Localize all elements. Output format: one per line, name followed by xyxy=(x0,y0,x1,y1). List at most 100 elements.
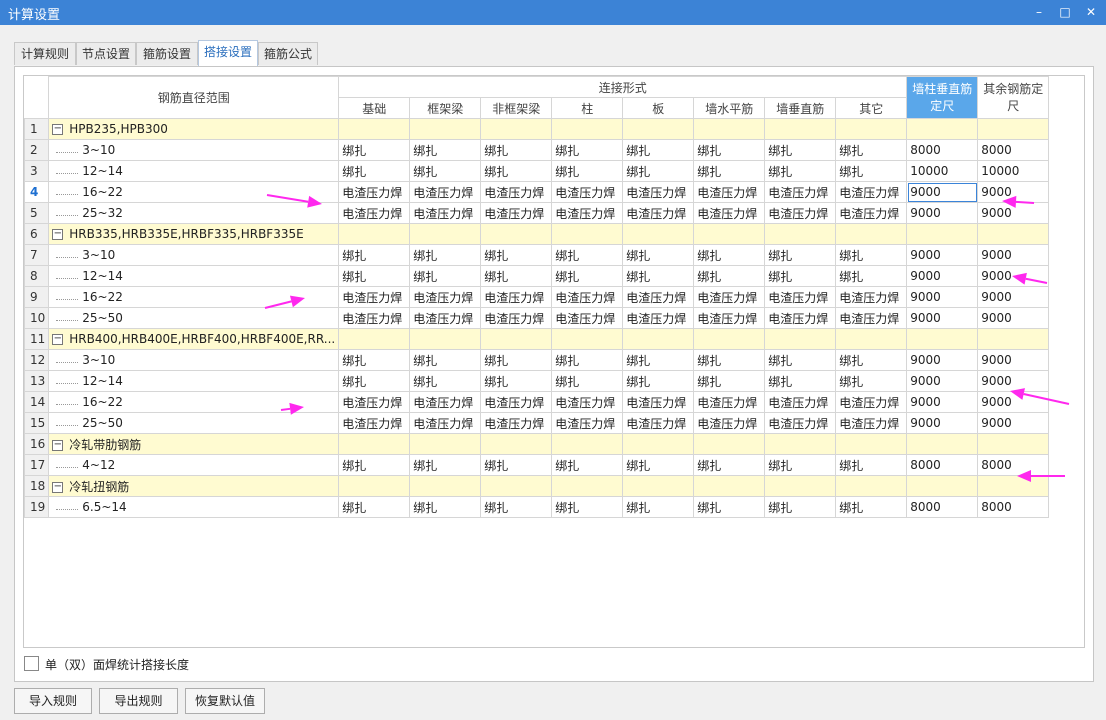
diameter-range-cell[interactable]: 16~22 xyxy=(48,181,340,203)
col-header-wall-col-length[interactable]: 墙柱垂直筋定尺 xyxy=(906,76,979,119)
connection-type-cell[interactable]: 电渣压力焊 xyxy=(551,307,624,329)
connection-type-cell[interactable]: 电渣压力焊 xyxy=(622,286,695,308)
wall-col-length-cell[interactable]: 9000 xyxy=(906,370,979,392)
connection-type-cell[interactable]: 电渣压力焊 xyxy=(835,202,908,224)
connection-type-cell[interactable]: 电渣压力焊 xyxy=(764,307,837,329)
group-label-cell[interactable]: − 冷轧带肋钢筋 xyxy=(48,433,340,455)
connection-type-cell[interactable]: 绑扎 xyxy=(480,244,553,266)
connection-type-cell[interactable]: 绑扎 xyxy=(409,370,482,392)
connection-type-cell[interactable]: 电渣压力焊 xyxy=(622,202,695,224)
group-row[interactable]: 11− HRB400,HRB400E,HRBF400,HRBF400E,RR... xyxy=(24,328,1050,350)
connection-type-cell[interactable] xyxy=(764,118,837,140)
col-header-type-5[interactable]: 墙水平筋 xyxy=(693,97,766,119)
connection-type-cell[interactable] xyxy=(480,118,553,140)
connection-type-cell[interactable]: 电渣压力焊 xyxy=(480,412,553,434)
connection-type-cell[interactable]: 绑扎 xyxy=(338,496,411,518)
connection-type-cell[interactable]: 绑扎 xyxy=(480,496,553,518)
minimize-icon[interactable]: – xyxy=(1028,2,1050,22)
connection-type-cell[interactable] xyxy=(338,223,411,245)
connection-type-cell[interactable] xyxy=(338,328,411,350)
connection-type-cell[interactable]: 绑扎 xyxy=(835,370,908,392)
connection-type-cell[interactable]: 绑扎 xyxy=(693,454,766,476)
row-number[interactable]: 1 xyxy=(24,118,50,140)
wall-col-length-cell[interactable]: 9000 xyxy=(906,244,979,266)
col-header-other-length[interactable]: 其余钢筋定尺 xyxy=(977,76,1050,119)
connection-type-cell[interactable]: 绑扎 xyxy=(480,454,553,476)
collapse-icon[interactable]: − xyxy=(52,334,64,345)
connection-type-cell[interactable]: 绑扎 xyxy=(693,244,766,266)
other-length-cell[interactable] xyxy=(977,118,1050,140)
table-row[interactable]: 15 25~50 电渣压力焊 电渣压力焊 电渣压力焊 电渣压力焊 电渣压力焊 电渣压力焊 电渣压… xyxy=(24,412,1050,434)
connection-type-cell[interactable]: 绑扎 xyxy=(480,265,553,287)
connection-type-cell[interactable] xyxy=(622,118,695,140)
connection-type-cell[interactable]: 绑扎 xyxy=(764,454,837,476)
connection-type-cell[interactable]: 绑扎 xyxy=(551,244,624,266)
connection-type-cell[interactable]: 绑扎 xyxy=(338,244,411,266)
connection-type-cell[interactable]: 绑扎 xyxy=(764,244,837,266)
other-length-cell[interactable]: 9000 xyxy=(977,391,1050,413)
table-row[interactable]: 4 16~22 电渣压力焊 电渣压力焊 电渣压力焊 电渣压力焊 电渣压力焊 电渣压力焊 电渣压力… xyxy=(24,181,1050,203)
wall-col-length-cell[interactable] xyxy=(906,328,979,350)
connection-type-cell[interactable]: 绑扎 xyxy=(551,265,624,287)
connection-type-cell[interactable]: 电渣压力焊 xyxy=(480,181,553,203)
connection-type-cell[interactable]: 绑扎 xyxy=(622,349,695,371)
other-length-cell[interactable]: 9000 xyxy=(977,349,1050,371)
connection-type-cell[interactable]: 电渣压力焊 xyxy=(551,286,624,308)
connection-type-cell[interactable]: 绑扎 xyxy=(693,370,766,392)
tab-node-settings[interactable]: 节点设置 xyxy=(76,42,136,65)
export-rules-button[interactable]: 导出规则 xyxy=(99,688,178,714)
row-number[interactable]: 13 xyxy=(24,370,50,392)
maximize-icon[interactable]: □ xyxy=(1054,2,1076,22)
diameter-range-cell[interactable]: 3~10 xyxy=(48,139,340,161)
connection-type-cell[interactable]: 电渣压力焊 xyxy=(551,202,624,224)
other-length-cell[interactable]: 8000 xyxy=(977,139,1050,161)
connection-type-cell[interactable]: 电渣压力焊 xyxy=(622,412,695,434)
wall-col-length-cell[interactable]: 9000 xyxy=(906,265,979,287)
connection-type-cell[interactable]: 电渣压力焊 xyxy=(480,202,553,224)
connection-type-cell[interactable] xyxy=(338,433,411,455)
table-row[interactable]: 19 6.5~14 绑扎 绑扎 绑扎 绑扎 绑扎 绑扎 绑扎 绑扎 8000 8000 xyxy=(24,496,1050,518)
connection-type-cell[interactable]: 电渣压力焊 xyxy=(693,202,766,224)
col-header-type-4[interactable]: 板 xyxy=(622,97,695,119)
row-number[interactable]: 9 xyxy=(24,286,50,308)
connection-type-cell[interactable]: 绑扎 xyxy=(622,160,695,182)
connection-type-cell[interactable] xyxy=(693,328,766,350)
connection-type-cell[interactable]: 电渣压力焊 xyxy=(835,307,908,329)
connection-type-cell[interactable] xyxy=(693,223,766,245)
connection-type-cell[interactable]: 电渣压力焊 xyxy=(693,181,766,203)
other-length-cell[interactable] xyxy=(977,433,1050,455)
connection-type-cell[interactable]: 电渣压力焊 xyxy=(693,391,766,413)
connection-type-cell[interactable]: 电渣压力焊 xyxy=(480,391,553,413)
connection-type-cell[interactable]: 电渣压力焊 xyxy=(409,286,482,308)
row-number[interactable]: 4 xyxy=(24,181,50,203)
connection-type-cell[interactable]: 电渣压力焊 xyxy=(409,412,482,434)
other-length-cell[interactable]: 9000 xyxy=(977,181,1050,203)
connection-type-cell[interactable]: 绑扎 xyxy=(764,160,837,182)
connection-type-cell[interactable]: 绑扎 xyxy=(409,160,482,182)
group-label-cell[interactable]: − HPB235,HPB300 xyxy=(48,118,340,140)
connection-type-cell[interactable]: 绑扎 xyxy=(409,244,482,266)
diameter-range-cell[interactable]: 3~10 xyxy=(48,349,340,371)
connection-type-cell[interactable] xyxy=(835,223,908,245)
connection-type-cell[interactable]: 电渣压力焊 xyxy=(693,307,766,329)
connection-type-cell[interactable] xyxy=(622,433,695,455)
wall-col-length-cell[interactable]: 9000 xyxy=(906,391,979,413)
wall-col-length-cell[interactable]: 9000 xyxy=(906,181,979,203)
wall-col-length-cell[interactable]: 9000 xyxy=(906,307,979,329)
connection-type-cell[interactable] xyxy=(409,433,482,455)
other-length-cell[interactable] xyxy=(977,223,1050,245)
connection-type-cell[interactable] xyxy=(835,433,908,455)
connection-type-cell[interactable]: 绑扎 xyxy=(551,454,624,476)
connection-type-cell[interactable]: 电渣压力焊 xyxy=(622,391,695,413)
connection-type-cell[interactable]: 绑扎 xyxy=(551,496,624,518)
collapse-icon[interactable]: − xyxy=(52,229,64,240)
connection-type-cell[interactable]: 绑扎 xyxy=(622,244,695,266)
connection-type-cell[interactable] xyxy=(409,328,482,350)
connection-type-cell[interactable] xyxy=(693,475,766,497)
connection-type-cell[interactable]: 电渣压力焊 xyxy=(338,181,411,203)
connection-type-cell[interactable]: 绑扎 xyxy=(480,370,553,392)
connection-type-cell[interactable]: 绑扎 xyxy=(551,349,624,371)
col-header-type-2[interactable]: 非框架梁 xyxy=(480,97,553,119)
connection-type-cell[interactable] xyxy=(338,118,411,140)
diameter-range-cell[interactable]: 6.5~14 xyxy=(48,496,340,518)
